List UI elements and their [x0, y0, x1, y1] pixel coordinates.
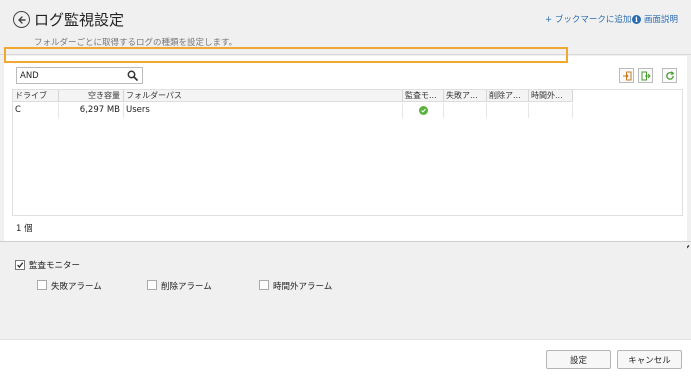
cell-folder-path: Users [124, 103, 403, 118]
add-bookmark-link[interactable]: + ブックマークに追加 [545, 13, 631, 25]
checkmark-icon [17, 262, 24, 268]
column-header-delete-alarm[interactable]: 削除ア... [487, 90, 529, 102]
audit-monitor-label[interactable]: 監査モニター [29, 259, 80, 271]
save-button[interactable]: 設定 [546, 350, 611, 369]
fail-alarm-checkbox[interactable] [37, 280, 47, 290]
after-hours-alarm-label[interactable]: 時間外アラーム [273, 280, 332, 292]
main-panel: ドライブ 空き容量 フォルダーパス 監査モ... 失敗ア... 削除ア... 時… [4, 56, 687, 241]
page-subtitle: フォルダーごとに取得するログの種類を設定します。 [34, 38, 238, 48]
arrow-left-icon [17, 15, 26, 24]
back-button[interactable] [13, 11, 30, 28]
cell-free-space: 6,297 MB [59, 103, 124, 118]
delete-alarm-label[interactable]: 削除アラーム [161, 280, 212, 292]
column-header-drive[interactable]: ドライブ [13, 90, 59, 102]
export-button[interactable] [638, 68, 653, 83]
item-count: 1 個 [16, 224, 33, 234]
folder-table: ドライブ 空き容量 フォルダーパス 監査モ... 失敗ア... 削除ア... 時… [12, 89, 683, 216]
search-input[interactable] [17, 68, 125, 83]
check-circle-icon [418, 106, 428, 115]
import-icon [622, 71, 631, 80]
help-link-label: 画面説明 [644, 15, 679, 25]
refresh-button[interactable] [662, 68, 677, 83]
search-box [16, 67, 143, 84]
cell-after-hours [529, 103, 573, 118]
audit-monitor-checkbox[interactable] [15, 260, 25, 270]
export-icon [641, 71, 651, 80]
fail-alarm-label[interactable]: 失敗アラーム [51, 280, 102, 292]
column-header-after-hours[interactable]: 時間外... [529, 90, 573, 102]
column-header-folder-path[interactable]: フォルダーパス [124, 90, 403, 102]
table-row[interactable]: C 6,297 MB Users [13, 103, 573, 118]
cell-audit-monitor [403, 103, 444, 118]
page-header: ログ監視設定 フォルダーごとに取得するログの種類を設定します。 + ブックマーク… [0, 0, 691, 55]
cancel-button[interactable]: キャンセル [617, 350, 682, 369]
column-header-fail-alarm[interactable]: 失敗ア... [444, 90, 487, 102]
settings-panel: 監査モニター 失敗アラーム 削除アラーム 時間外アラーム [4, 243, 687, 339]
import-button[interactable] [619, 68, 634, 83]
table-header: ドライブ 空き容量 フォルダーパス 監査モ... 失敗ア... 削除ア... 時… [13, 90, 573, 102]
info-icon: i [632, 14, 641, 24]
column-header-free-space[interactable]: 空き容量 [59, 90, 124, 102]
cell-delete-alarm [487, 103, 529, 118]
page-title: ログ監視設定 [34, 11, 125, 29]
help-link[interactable]: i 画面説明 [632, 13, 678, 25]
delete-alarm-checkbox[interactable] [147, 280, 157, 290]
panel-divider [0, 241, 691, 242]
refresh-icon [665, 70, 674, 80]
footer: 設定 キャンセル [0, 340, 691, 379]
cell-fail-alarm [444, 103, 487, 118]
column-header-audit-monitor[interactable]: 監査モ... [403, 90, 444, 102]
cell-drive: C [13, 103, 59, 118]
search-icon[interactable] [127, 70, 138, 81]
after-hours-alarm-checkbox[interactable] [259, 280, 269, 290]
